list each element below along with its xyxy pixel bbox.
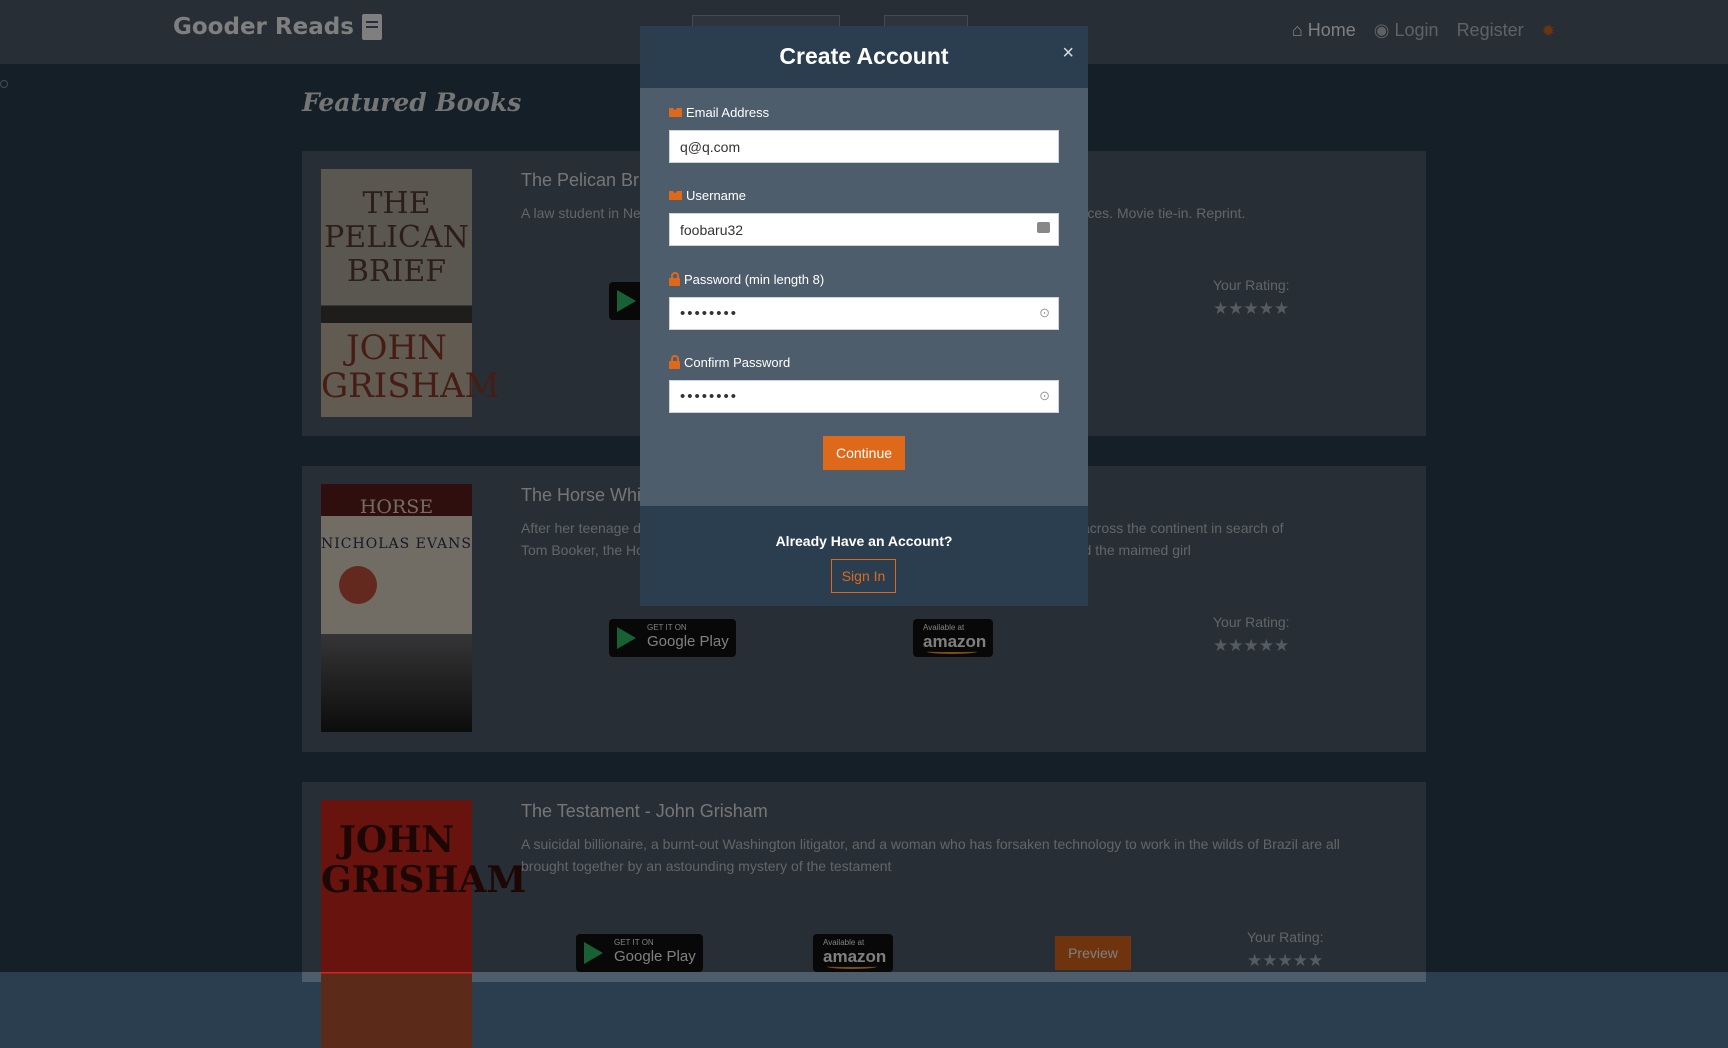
lock-icon bbox=[669, 355, 680, 369]
password-key-icon[interactable]: ⊙ bbox=[1039, 305, 1050, 321]
create-account-modal: Create Account × Email Address Username … bbox=[640, 26, 1088, 606]
close-icon[interactable]: × bbox=[1062, 42, 1074, 65]
modal-footer: Already Have an Account? Sign In bbox=[640, 506, 1088, 606]
confirm-password-field[interactable] bbox=[669, 380, 1059, 413]
sign-in-button[interactable]: Sign In bbox=[831, 559, 896, 593]
lock-icon bbox=[669, 272, 680, 286]
username-label-text: Username bbox=[686, 188, 746, 203]
modal-header: Create Account × bbox=[640, 26, 1088, 88]
envelope-icon bbox=[669, 108, 682, 117]
footer-text: Already Have an Account? bbox=[775, 533, 953, 549]
email-field[interactable] bbox=[669, 130, 1059, 163]
continue-button[interactable]: Continue bbox=[823, 436, 905, 470]
autofill-card-icon[interactable] bbox=[1037, 222, 1050, 233]
modal-title: Create Account bbox=[779, 43, 949, 69]
password-field[interactable] bbox=[669, 297, 1059, 330]
password-label-text: Password (min length 8) bbox=[684, 272, 825, 287]
confirm-password-label: Confirm Password bbox=[669, 355, 790, 370]
confirm-password-label-text: Confirm Password bbox=[684, 355, 791, 370]
email-label-text: Email Address bbox=[686, 105, 770, 120]
username-label: Username bbox=[669, 188, 746, 203]
password-label: Password (min length 8) bbox=[669, 272, 824, 287]
envelope-icon bbox=[669, 191, 682, 200]
email-label: Email Address bbox=[669, 105, 769, 120]
password-key-icon[interactable]: ⊙ bbox=[1039, 388, 1050, 404]
username-field[interactable] bbox=[669, 213, 1059, 246]
